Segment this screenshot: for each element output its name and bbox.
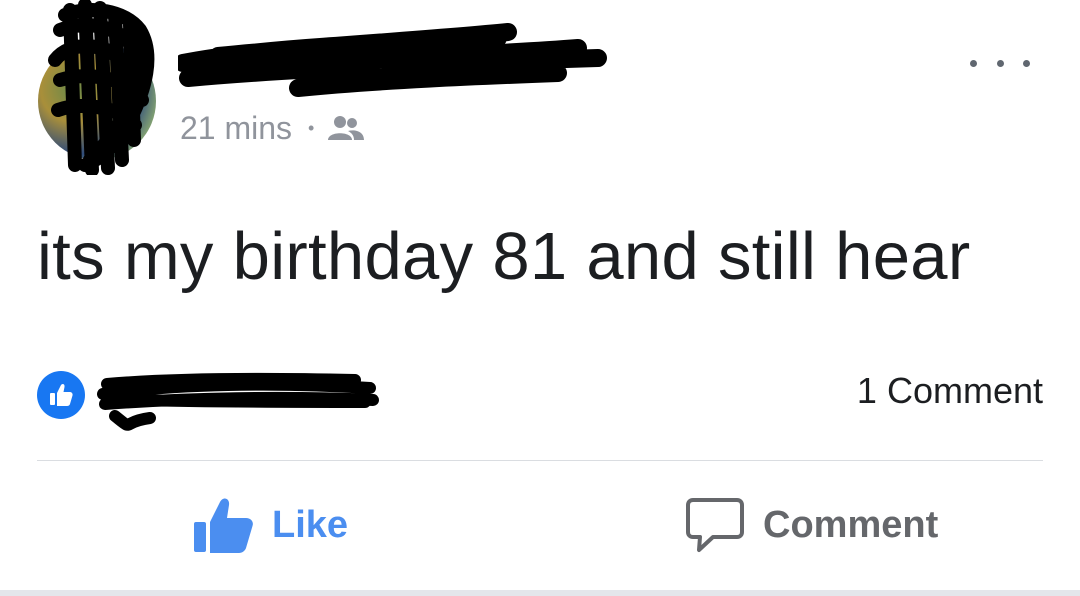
comment-button[interactable]: Comment <box>685 490 938 560</box>
like-reaction-icon[interactable] <box>37 371 85 419</box>
friends-icon[interactable] <box>328 114 365 142</box>
thumbs-up-icon <box>194 498 253 553</box>
post-card: 21 mins • its my birthday 81 and still h… <box>0 0 1080 596</box>
thumbs-up-icon <box>50 383 73 406</box>
bottom-separator <box>0 590 1080 596</box>
more-dot-icon <box>1023 59 1030 67</box>
like-label: Like <box>272 503 349 546</box>
more-dot-icon <box>996 59 1004 67</box>
post-meta: 21 mins • <box>180 108 365 148</box>
divider <box>37 460 1043 461</box>
speech-bubble-icon <box>686 498 744 552</box>
comment-count[interactable]: 1 Comment <box>857 370 1043 412</box>
more-options-button[interactable] <box>970 48 1030 78</box>
post-body-text: its my birthday 81 and still hear <box>37 219 971 294</box>
reactors-name-redaction[interactable] <box>95 372 380 438</box>
more-dot-icon <box>970 59 977 67</box>
author-name-redaction[interactable] <box>178 18 608 98</box>
avatar-redaction <box>48 0 155 175</box>
comment-label: Comment <box>763 503 939 546</box>
like-button[interactable]: Like <box>192 490 348 560</box>
meta-separator: • <box>308 117 315 138</box>
post-timestamp[interactable]: 21 mins <box>180 110 292 147</box>
